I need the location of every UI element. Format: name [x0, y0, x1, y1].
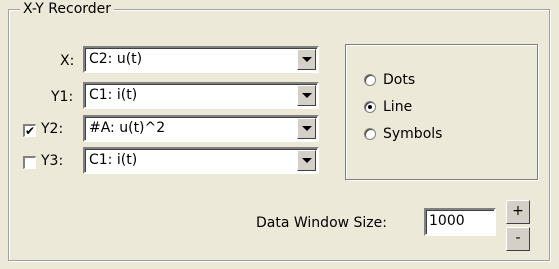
x-label: X:: [60, 53, 75, 69]
data-window-label: Data Window Size:: [256, 215, 387, 231]
x-channel-select[interactable]: C2: u(t): [83, 46, 319, 73]
radio-symbols-circle[interactable]: [364, 128, 376, 140]
group-title: X-Y Recorder: [20, 1, 115, 17]
plot-style-panel: Dots Line Symbols: [345, 44, 538, 180]
radio-line-label: Line: [383, 99, 413, 115]
radio-dots-label: Dots: [383, 72, 416, 88]
radio-line-circle[interactable]: [364, 101, 376, 113]
chevron-down-icon: [301, 126, 312, 131]
check-icon: ✔: [25, 124, 36, 138]
radio-dots-circle[interactable]: [364, 74, 376, 86]
y3-enable-checkbox[interactable]: [23, 156, 36, 169]
x-dropdown-button[interactable]: [297, 49, 316, 70]
y2-label: Y2:: [41, 121, 64, 137]
y2-dropdown-button[interactable]: [297, 118, 316, 139]
increment-button[interactable]: +: [506, 200, 530, 224]
y1-channel-value: C1: i(t): [89, 87, 138, 103]
radio-selected-dot: [368, 105, 372, 109]
y1-label: Y1:: [51, 89, 74, 105]
radio-symbols-label: Symbols: [383, 126, 443, 142]
y1-channel-select[interactable]: C1: i(t): [83, 82, 319, 109]
y1-dropdown-button[interactable]: [297, 85, 316, 106]
y2-channel-value: #A: u(t)^2: [89, 120, 166, 136]
y3-channel-value: C1: i(t): [89, 152, 138, 168]
y3-channel-select[interactable]: C1: i(t): [83, 147, 319, 174]
y3-label: Y3:: [41, 153, 64, 169]
chevron-down-icon: [301, 93, 312, 98]
chevron-down-icon: [301, 158, 312, 163]
x-channel-value: C2: u(t): [89, 51, 143, 67]
data-window-size-input[interactable]: 1000: [424, 208, 496, 236]
decrement-button[interactable]: -: [506, 227, 530, 251]
chevron-down-icon: [301, 57, 312, 62]
y2-channel-select[interactable]: #A: u(t)^2: [83, 115, 319, 142]
y3-dropdown-button[interactable]: [297, 150, 316, 171]
y2-enable-checkbox[interactable]: ✔: [23, 124, 36, 137]
